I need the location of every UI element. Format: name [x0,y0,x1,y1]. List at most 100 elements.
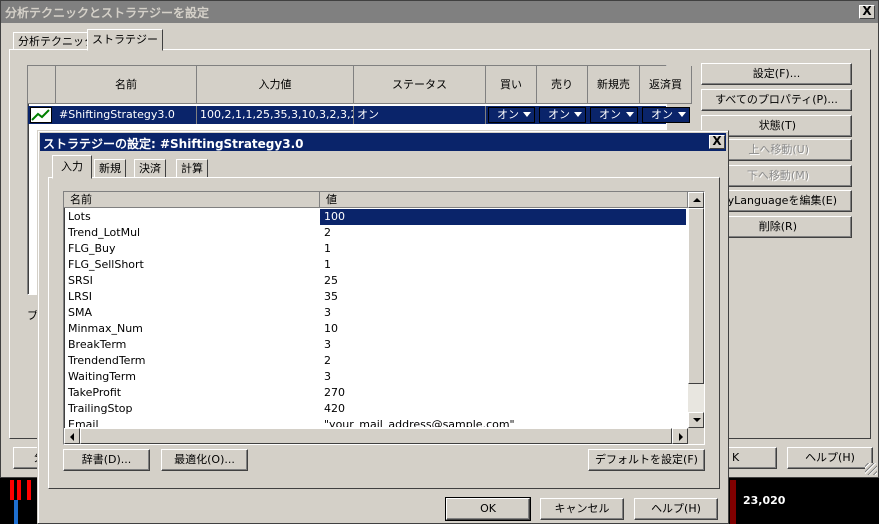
param-value[interactable]: 1 [320,241,331,257]
list-item[interactable]: FLG_SellShort 1 [64,257,688,273]
list-item[interactable]: TakeProfit 270 [64,385,688,401]
arrow-left-icon [70,433,74,441]
param-value[interactable]: 25 [320,273,338,289]
scroll-down-button[interactable] [688,412,704,428]
arrow-down-icon [693,418,701,422]
buy-dropdown[interactable]: オン [488,107,535,123]
tab-strategies[interactable]: ストラテジー [87,29,163,51]
close-icon: X [712,134,722,148]
return-buy-value: オン [651,108,673,121]
chart-line [730,480,736,524]
sell-dropdown[interactable]: オン [539,107,586,123]
param-value[interactable]: 3 [320,337,331,353]
close-icon: X [862,4,872,18]
scroll-left-button[interactable] [64,428,80,444]
param-name: WaitingTerm [68,370,136,383]
price-label: 23,020 [743,494,786,507]
header-status[interactable]: ステータス [354,66,486,104]
list-item[interactable]: Trend_LotMul 2 [64,225,688,241]
list-item[interactable]: SRSI 25 [64,273,688,289]
dictionary-button[interactable]: 辞書(D)... [63,449,150,471]
header-return-buy[interactable]: 返済買 [640,66,692,104]
param-name: FLG_Buy [68,242,116,255]
set-default-button[interactable]: デフォルトを設定(F) [588,449,705,471]
header-buy[interactable]: 買い [486,66,537,104]
param-value[interactable]: 3 [320,369,331,385]
dialog-ok-button[interactable]: OK [445,497,531,521]
list-item[interactable]: TrendendTerm 2 [64,353,688,369]
param-value[interactable]: 10 [320,321,338,337]
param-value[interactable]: 2 [320,225,331,241]
list-item[interactable]: Email "your_mail_address@sample.com" [64,417,688,427]
list-header-value[interactable]: 値 [320,192,688,208]
scroll-thumb[interactable] [688,208,704,384]
buy-value: オン [497,108,519,121]
tab-calc[interactable]: 計算 [176,159,208,178]
main-close-button[interactable]: X [859,5,875,19]
header-sell[interactable]: 売り [537,66,588,104]
list-item[interactable]: Lots 100 [64,209,688,225]
arrow-right-icon [679,433,683,441]
row-inputs: 100,2,1,1,25,35,3,10,3,2,3,270, [197,106,354,124]
header-name[interactable]: 名前 [56,66,197,104]
resize-grip-icon[interactable] [865,463,877,475]
row-status: オン [354,106,486,124]
param-name: Trend_LotMul [68,226,141,239]
param-name: SMA [68,306,92,319]
new-sell-dropdown[interactable]: オン [590,107,638,123]
param-value[interactable]: 100 [320,209,686,225]
tab-exit[interactable]: 決済 [134,159,166,178]
h-scroll-thumb[interactable] [80,428,672,444]
table-header: 名前 入力値 ステータス 買い 売り 新規売 返済買 [28,66,692,105]
dialog-titlebar[interactable]: ストラテジーの設定: #ShiftingStrategy3.0 X [40,133,726,151]
list-item[interactable]: TrailingStop 420 [64,401,688,417]
horizontal-scrollbar[interactable] [64,428,688,444]
all-properties-button[interactable]: すべてのプロパティ(P)... [701,89,852,111]
param-name: FLG_SellShort [68,258,144,271]
parameter-rows: Lots 100 Trend_LotMul 2 FLG_Buy 1 FLG_SellShor… [64,209,688,427]
new-sell-value: オン [599,108,621,121]
param-value[interactable]: 420 [320,401,345,417]
param-value[interactable]: 3 [320,305,331,321]
param-value[interactable]: 2 [320,353,331,369]
main-help-button[interactable]: ヘルプ(H) [787,447,873,469]
param-value[interactable]: 270 [320,385,345,401]
tab-label: ストラテジー [92,33,158,46]
main-title: 分析テクニックとストラテジーを設定 [5,6,210,20]
param-value[interactable]: "your_mail_address@sample.com" [320,417,515,427]
param-value[interactable]: 35 [320,289,338,305]
header-corner [28,66,56,104]
tab-inputs[interactable]: 入力 [52,155,92,179]
dialog-cancel-button[interactable]: キャンセル [540,498,624,520]
list-item[interactable]: FLG_Buy 1 [64,241,688,257]
sell-value: オン [548,108,570,121]
vertical-scrollbar[interactable] [688,192,704,428]
tab-new[interactable]: 新規 [94,159,126,178]
table-row[interactable]: #ShiftingStrategy3.0 100,2,1,1,25,35,3,1… [28,106,690,124]
list-item[interactable]: WaitingTerm 3 [64,369,688,385]
list-item[interactable]: LRSI 35 [64,289,688,305]
scroll-up-button[interactable] [688,192,704,208]
chart-bar [27,480,31,500]
param-name: BreakTerm [68,338,127,351]
dialog-close-button[interactable]: X [709,135,725,149]
param-value[interactable]: 1 [320,257,331,273]
chevron-down-icon [626,112,634,117]
return-buy-dropdown[interactable]: オン [642,107,690,123]
param-name: TakeProfit [68,386,122,399]
chart-bar [14,500,18,524]
param-name: TrailingStop [68,402,133,415]
dialog-help-button[interactable]: ヘルプ(H) [634,498,718,520]
list-item[interactable]: BreakTerm 3 [64,337,688,353]
arrow-up-icon [693,198,701,202]
main-titlebar[interactable]: 分析テクニックとストラテジーを設定 X [1,1,878,23]
list-item[interactable]: SMA 3 [64,305,688,321]
optimize-button[interactable]: 最適化(O)... [161,449,248,471]
header-inputs[interactable]: 入力値 [197,66,354,104]
settings-button[interactable]: 設定(F)... [701,63,852,85]
list-header-name[interactable]: 名前 [64,192,320,208]
list-item[interactable]: Minmax_Num 10 [64,321,688,337]
scroll-right-button[interactable] [672,428,688,444]
header-new-sell[interactable]: 新規売 [588,66,640,104]
param-name: TrendendTerm [68,354,146,367]
